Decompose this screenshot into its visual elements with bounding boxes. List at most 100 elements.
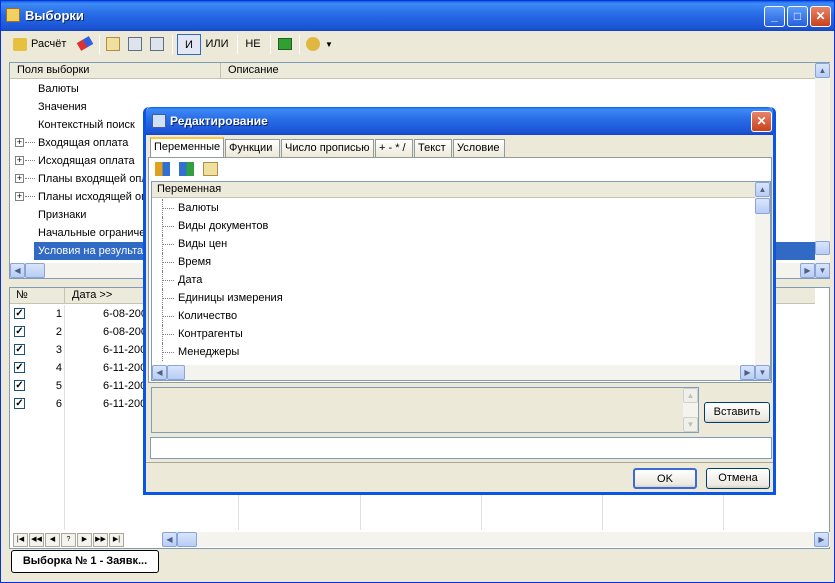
row-checkbox[interactable]: ✓ (14, 308, 25, 319)
row-number: 5 (55, 380, 62, 392)
results-col-date[interactable]: Дата >> (72, 288, 112, 303)
scroll-up-button[interactable]: ▲ (815, 63, 830, 78)
description-box[interactable]: ▲ ▼ (151, 387, 699, 433)
list-item[interactable]: Виды цен (152, 235, 752, 253)
var-header: Переменная (152, 182, 755, 198)
ok-button[interactable]: OK (633, 468, 697, 489)
main-title-bar[interactable]: Выборки _ □ ✕ (1, 1, 834, 31)
scroll-up-button[interactable]: ▲ (755, 182, 770, 197)
scroll-left-button[interactable]: ◀ (152, 365, 167, 380)
add-child-icon[interactable] (179, 162, 194, 176)
scroll-right-button[interactable]: ▶ (740, 365, 755, 380)
row-checkbox[interactable]: ✓ (14, 398, 25, 409)
scroll-down-button[interactable]: ▼ (815, 263, 830, 278)
row-checkbox[interactable]: ✓ (14, 344, 25, 355)
scroll-up-button[interactable]: ▲ (683, 388, 698, 403)
or-button[interactable]: ИЛИ (203, 34, 231, 55)
field-tree-item[interactable]: Валюты (10, 80, 815, 98)
scroll-down-button[interactable]: ▼ (683, 417, 698, 432)
row-number: 1 (55, 308, 62, 320)
next-record-button[interactable]: ▶ (77, 533, 92, 547)
var-v-scrollbar[interactable]: ▲ ▼ (755, 182, 770, 380)
not-button[interactable]: НЕ (241, 34, 265, 55)
close-button[interactable]: ✕ (810, 6, 831, 27)
bracket-open-button[interactable] (125, 34, 145, 55)
table-row[interactable]: ✓ 5 6-11-200 (10, 377, 150, 395)
next-page-button[interactable]: ▶▶ (93, 533, 108, 547)
tab-4[interactable]: Текст (414, 139, 452, 157)
scroll-thumb[interactable] (815, 241, 830, 255)
row-checkbox[interactable]: ✓ (14, 380, 25, 391)
list-item[interactable]: Валюты (152, 199, 752, 217)
table-row[interactable]: ✓ 3 6-11-200 (10, 341, 150, 359)
results-h-scrollbar[interactable]: ◀ ▶ (162, 532, 830, 547)
expand-icon[interactable]: + (15, 192, 24, 201)
fields-v-scrollbar[interactable]: ▲ ▼ (815, 63, 830, 278)
add-row-button[interactable] (275, 34, 295, 55)
tab-5[interactable]: Условие (453, 139, 505, 157)
scroll-thumb[interactable] (755, 198, 770, 214)
tab-2[interactable]: Число прописью (281, 139, 374, 157)
edit-var-icon[interactable] (203, 162, 218, 176)
maximize-button[interactable]: □ (787, 6, 808, 27)
bracket-open-icon (128, 37, 142, 51)
prev-record-button[interactable]: ◀ (45, 533, 60, 547)
tab-0[interactable]: Переменные (150, 137, 224, 158)
table-row[interactable]: ✓ 6 6-11-200 (10, 395, 150, 413)
scroll-thumb[interactable] (25, 263, 45, 278)
add-row-icon (278, 38, 292, 50)
cancel-button[interactable]: Отмена (706, 468, 770, 489)
tab-1[interactable]: Функции (225, 139, 280, 157)
results-col-num: № (16, 289, 28, 301)
prev-page-button[interactable]: ◀◀ (29, 533, 44, 547)
tab-3[interactable]: + - * / (375, 139, 413, 157)
desc-v-scrollbar[interactable]: ▲ ▼ (683, 388, 698, 432)
scroll-thumb[interactable] (177, 532, 197, 547)
list-item[interactable]: Контрагенты (152, 325, 752, 343)
results-rows: ✓ 1 6-08-200 ✓ 2 6-08-200 ✓ 3 6-11-200 ✓ 4 6-11-200… (10, 305, 150, 435)
scroll-right-button[interactable]: ▶ (800, 263, 815, 278)
scroll-down-button[interactable]: ▼ (755, 365, 770, 380)
first-record-button[interactable]: |◀ (13, 533, 28, 547)
list-item[interactable]: Виды документов (152, 217, 752, 235)
field-label: Начальные ограничен (38, 227, 152, 239)
scroll-left-button[interactable]: ◀ (162, 532, 177, 547)
list-item[interactable]: Единицы измерения (152, 289, 752, 307)
add-var-icon[interactable] (155, 162, 170, 176)
row-checkbox[interactable]: ✓ (14, 326, 25, 337)
list-item[interactable]: Менеджеры (152, 343, 752, 361)
add-condition-button[interactable] (103, 34, 123, 55)
var-label: Время (178, 256, 212, 268)
bottom-tab[interactable]: Выборка № 1 - Заявк... (11, 550, 159, 573)
list-item[interactable]: Количество (152, 307, 752, 325)
find-record-button[interactable]: ? (61, 533, 76, 547)
minimize-button[interactable]: _ (764, 6, 785, 27)
eraser-button[interactable] (75, 34, 95, 55)
var-label: Менеджеры (178, 346, 240, 358)
scroll-left-button[interactable]: ◀ (10, 263, 25, 278)
var-label: Количество (178, 310, 238, 322)
expand-icon[interactable]: + (15, 138, 24, 147)
last-record-button[interactable]: ▶| (109, 533, 124, 547)
insert-button[interactable]: Вставить (704, 402, 770, 423)
row-number: 4 (55, 362, 62, 374)
table-row[interactable]: ✓ 4 6-11-200 (10, 359, 150, 377)
bracket-close-button[interactable] (147, 34, 167, 55)
row-date: 6-11-200 (103, 380, 147, 392)
scroll-right-button[interactable]: ▶ (814, 532, 829, 547)
and-button[interactable]: И (177, 34, 201, 55)
list-item[interactable]: Время (152, 253, 752, 271)
expression-input[interactable] (150, 437, 772, 459)
list-item[interactable]: Дата (152, 271, 752, 289)
chevron-down-icon: ▼ (325, 40, 333, 49)
table-row[interactable]: ✓ 2 6-08-200 (10, 323, 150, 341)
row-checkbox[interactable]: ✓ (14, 362, 25, 373)
options-icon (306, 37, 320, 51)
var-h-scrollbar[interactable]: ◀ ▶ (152, 365, 755, 380)
expand-icon[interactable]: + (15, 156, 24, 165)
table-row[interactable]: ✓ 1 6-08-200 (10, 305, 150, 323)
scroll-thumb[interactable] (167, 365, 185, 380)
expand-icon[interactable]: + (15, 174, 24, 183)
calc-button[interactable]: Расчёт (11, 34, 73, 55)
options-dropdown[interactable]: ▼ (303, 34, 337, 55)
